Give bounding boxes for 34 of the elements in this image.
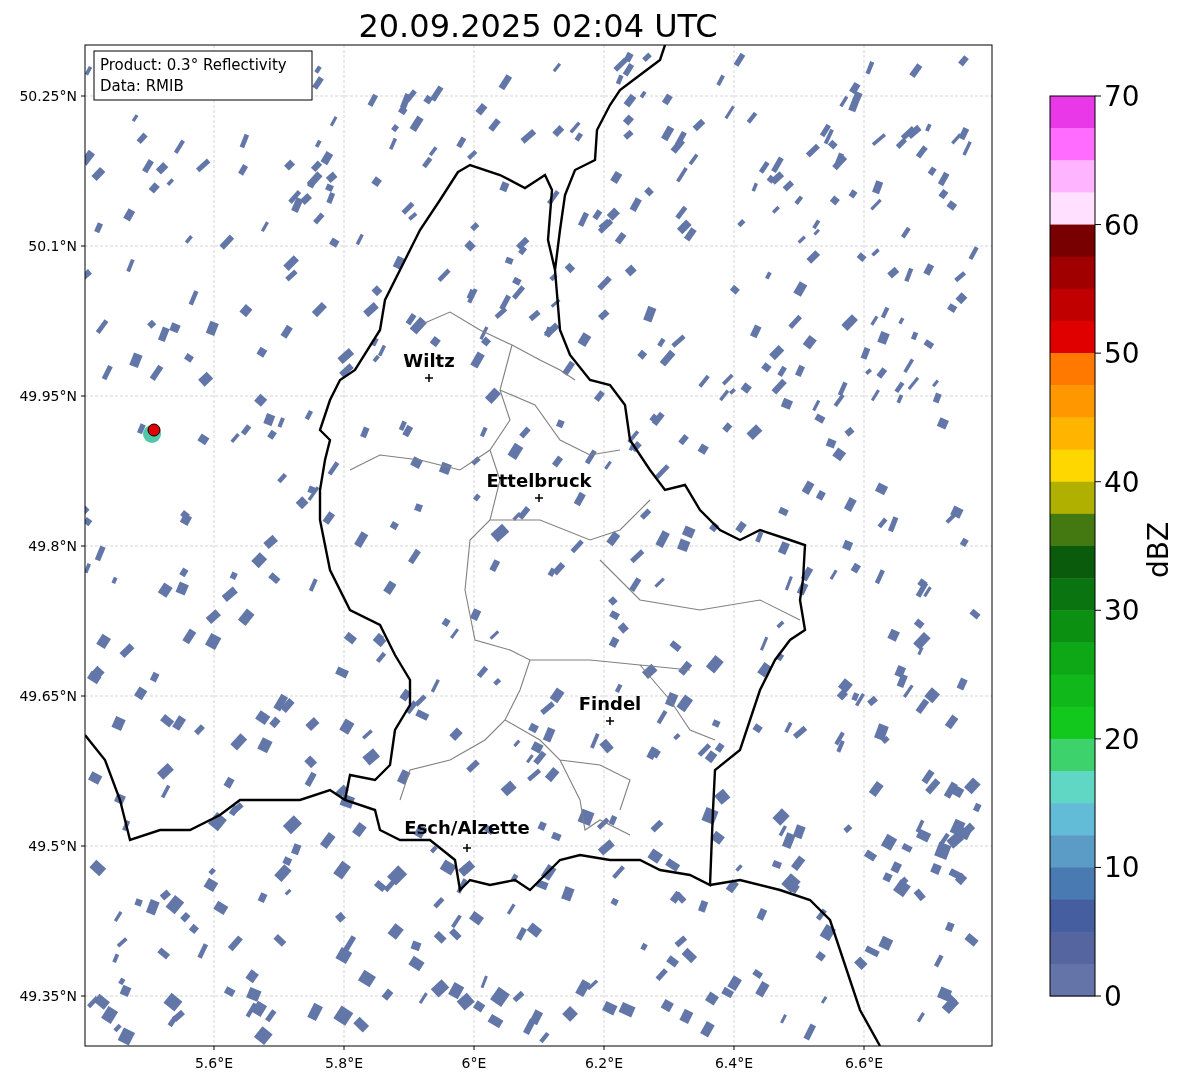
- latitude-label: 49.5°N: [28, 838, 77, 854]
- latitude-label: 50.25°N: [19, 88, 77, 104]
- city-label: Findel: [578, 693, 642, 714]
- latitude-label: 49.8°N: [28, 538, 77, 554]
- colorbar-tick-label: 60: [1104, 208, 1140, 242]
- latitude-label: 50.1°N: [28, 238, 77, 254]
- longitude-label: 5.6°E: [194, 1055, 234, 1071]
- colorbar-tick-label: 20: [1104, 722, 1140, 756]
- radar-site-marker: [143, 423, 161, 443]
- info-text: Product: 0.3° Reflectivity: [100, 56, 287, 74]
- colorbar-tick-label: 50: [1104, 337, 1140, 371]
- latitude-label: 49.35°N: [19, 988, 77, 1004]
- city-label: Esch/Alzette: [404, 817, 530, 838]
- latitude-label: 49.95°N: [19, 388, 77, 404]
- colorbar-tick-label: 40: [1104, 465, 1140, 499]
- chart-title: 20.09.2025 02:04 UTC: [358, 7, 718, 45]
- city-label: Wiltz: [403, 350, 455, 371]
- city-marker-icon: [534, 493, 544, 503]
- latitude-label: 49.65°N: [19, 688, 77, 704]
- city-label: Ettelbruck: [486, 470, 592, 491]
- colorbar-tick-label: 0: [1104, 980, 1122, 1013]
- colorbar-tick-label: 30: [1104, 594, 1140, 628]
- longitude-label: 6.6°E: [844, 1055, 884, 1071]
- longitude-label: 6.2°E: [584, 1055, 624, 1071]
- city-marker-icon: [424, 373, 434, 383]
- city-marker-icon: [462, 843, 472, 853]
- longitude-label: 6°E: [461, 1055, 487, 1071]
- longitude-label: 5.8°E: [324, 1055, 364, 1071]
- colorbar-label: dBZ: [1142, 521, 1175, 579]
- colorbar-tick-label: 10: [1104, 851, 1140, 885]
- colorbar-tick-label: 70: [1104, 80, 1140, 113]
- longitude-label: 6.4°E: [714, 1055, 754, 1071]
- city-marker-icon: [605, 716, 615, 726]
- info-text: Data: RMIB: [100, 77, 184, 95]
